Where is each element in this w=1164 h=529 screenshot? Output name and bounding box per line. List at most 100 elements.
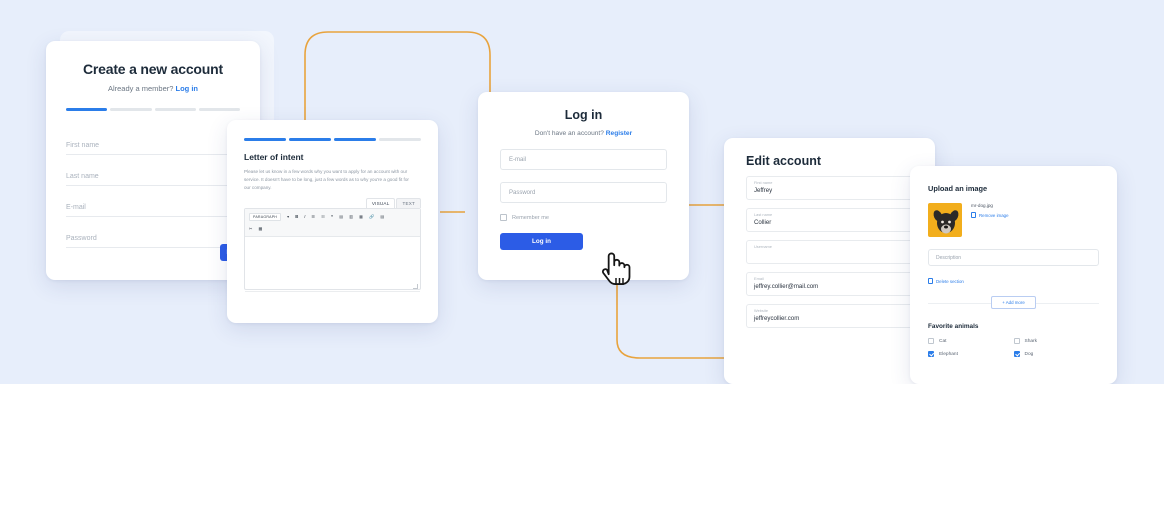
edit-username-field[interactable]: Username bbox=[746, 240, 913, 264]
editor-content-area[interactable] bbox=[245, 237, 420, 291]
bulleted-list-icon[interactable]: ☰ bbox=[311, 214, 315, 219]
dog-label: Dog bbox=[1024, 351, 1034, 357]
tab-text[interactable]: TEXT bbox=[396, 198, 421, 209]
edit-last-name-value: Collier bbox=[754, 218, 772, 226]
chevron-down-icon[interactable]: ▾ bbox=[287, 214, 289, 219]
first-name-placeholder: First name bbox=[66, 142, 100, 149]
letter-progress-segment-2 bbox=[289, 138, 331, 141]
hero-banner: Create a new account Already a member? L… bbox=[0, 0, 1164, 384]
hand-cursor-icon bbox=[602, 252, 631, 285]
editor-mode-tabs: VISUAL TEXT bbox=[244, 198, 421, 209]
edit-website-label: Website bbox=[754, 308, 768, 313]
elephant-checkbox[interactable] bbox=[928, 351, 934, 357]
letter-progress-segment-1 bbox=[244, 138, 286, 141]
edit-first-name-field[interactable]: First name Jeffrey bbox=[746, 176, 913, 200]
bold-icon[interactable]: B bbox=[295, 214, 298, 219]
file-name: mr-dog.jpg bbox=[971, 203, 993, 208]
remember-me-checkbox[interactable] bbox=[500, 214, 507, 221]
add-more-row: + Add more bbox=[928, 296, 1099, 309]
animal-option-cat[interactable]: Cat bbox=[928, 338, 1014, 344]
image-thumbnail[interactable] bbox=[928, 203, 962, 237]
create-account-subtitle: Already a member? Log in bbox=[66, 84, 240, 93]
remember-me-label: Remember me bbox=[512, 214, 549, 221]
email-input[interactable]: E-mail bbox=[66, 186, 240, 217]
format-select[interactable]: PARAGRAPH bbox=[249, 212, 282, 221]
cat-label: Cat bbox=[939, 338, 947, 344]
login-password-input[interactable]: Password bbox=[500, 182, 667, 203]
login-title: Log in bbox=[564, 108, 603, 122]
letter-progress-bar bbox=[244, 138, 421, 141]
description-input[interactable]: Description bbox=[928, 249, 1099, 266]
animal-option-dog[interactable]: Dog bbox=[1013, 351, 1100, 357]
uploaded-file-row: mr-dog.jpg Remove image bbox=[928, 203, 1099, 237]
numbered-list-icon[interactable]: ☷ bbox=[321, 214, 325, 219]
toggle-toolbar-icon[interactable]: ✂ bbox=[249, 226, 253, 231]
login-card: Log in Don't have an account? Register E… bbox=[478, 92, 689, 280]
progress-segment-4 bbox=[198, 108, 240, 111]
align-center-icon[interactable]: ▥ bbox=[349, 214, 353, 219]
login-link[interactable]: Log in bbox=[176, 84, 199, 93]
blockquote-icon[interactable]: ❝ bbox=[331, 214, 333, 219]
shark-label: Shark bbox=[1024, 338, 1038, 344]
animal-option-elephant[interactable]: Elephant bbox=[928, 351, 1014, 357]
elephant-label: Elephant bbox=[939, 351, 958, 357]
animal-option-shark[interactable]: Shark bbox=[1013, 338, 1100, 344]
plugin-listing-page: Create a new account Already a member? L… bbox=[0, 0, 1164, 529]
already-member-text: Already a member? bbox=[107, 84, 174, 93]
login-email-placeholder: E-mail bbox=[509, 156, 527, 163]
description-placeholder: Description bbox=[936, 254, 962, 261]
login-email-input[interactable]: E-mail bbox=[500, 149, 667, 170]
editor-status-bar bbox=[245, 291, 420, 299]
edit-account-title: Edit account bbox=[746, 154, 822, 168]
delete-section-label: Delete section bbox=[936, 278, 964, 284]
edit-username-label: Username bbox=[754, 244, 772, 249]
upload-heading: Upload an image bbox=[928, 184, 988, 193]
favorite-animals-heading: Favorite animals bbox=[928, 323, 979, 330]
signup-fields: First name Last name E-mail Password bbox=[66, 124, 240, 248]
link-icon[interactable]: 🔗 bbox=[369, 214, 374, 220]
read-more-icon[interactable]: ▤ bbox=[380, 214, 384, 219]
register-link[interactable]: Register bbox=[606, 130, 632, 137]
tab-visual[interactable]: VISUAL bbox=[365, 198, 396, 209]
edit-account-card: Edit account First name Jeffrey Last nam… bbox=[724, 138, 935, 384]
plugin-footer: User Profile Builder – Beautiful User Re… bbox=[0, 384, 1164, 529]
rich-text-editor[interactable]: PARAGRAPH ▾ B I ☰ ☷ ❝ ▤ ▥ ▦ 🔗 ▤ ✂ ▩ bbox=[244, 208, 421, 293]
progress-segment-3 bbox=[154, 108, 196, 111]
password-input[interactable]: Password bbox=[66, 217, 240, 248]
signup-progress-bar bbox=[66, 108, 240, 111]
progress-segment-1 bbox=[66, 108, 108, 111]
shark-checkbox[interactable] bbox=[1013, 338, 1020, 344]
edit-last-name-field[interactable]: Last name Collier bbox=[746, 208, 913, 232]
last-name-input[interactable]: Last name bbox=[66, 155, 240, 186]
special-character-icon[interactable]: ▩ bbox=[259, 226, 263, 231]
dog-checkbox[interactable] bbox=[1013, 351, 1020, 357]
remember-me-row[interactable]: Remember me bbox=[500, 214, 667, 221]
email-placeholder: E-mail bbox=[66, 204, 86, 211]
edit-email-field[interactable]: Email jeffrey.collier@mail.com bbox=[746, 272, 913, 296]
upload-image-panel: Upload an image mr-dog.jpg Remove image … bbox=[910, 166, 1117, 384]
delete-section-action[interactable]: Delete section bbox=[928, 278, 1099, 284]
edit-last-name-label: Last name bbox=[754, 212, 773, 217]
letter-of-intent-card: Letter of intent Please let us know in a… bbox=[227, 120, 438, 323]
remove-image-action[interactable]: Remove image bbox=[971, 212, 1009, 218]
file-meta: mr-dog.jpg Remove image bbox=[971, 203, 1009, 237]
login-password-placeholder: Password bbox=[509, 189, 536, 196]
first-name-input[interactable]: First name bbox=[66, 124, 240, 155]
login-submit-button[interactable]: Log in bbox=[500, 233, 583, 250]
cat-checkbox[interactable] bbox=[928, 338, 934, 344]
favorite-animals-group: Cat Shark Elephant Dog bbox=[928, 338, 1099, 364]
align-right-icon[interactable]: ▦ bbox=[359, 214, 363, 219]
italic-icon[interactable]: I bbox=[304, 214, 305, 219]
add-more-button[interactable]: + Add more bbox=[991, 296, 1036, 309]
edit-email-label: Email bbox=[754, 276, 764, 281]
letter-progress-segment-3 bbox=[334, 138, 376, 141]
edit-website-field[interactable]: Website jeffreycollier.com bbox=[746, 304, 913, 328]
editor-toolbar: PARAGRAPH ▾ B I ☰ ☷ ❝ ▤ ▥ ▦ 🔗 ▤ ✂ ▩ bbox=[245, 209, 420, 238]
edit-first-name-value: Jeffrey bbox=[754, 186, 773, 194]
edit-email-value: jeffrey.collier@mail.com bbox=[754, 282, 819, 290]
letter-progress-segment-4 bbox=[379, 138, 421, 141]
edit-website-value: jeffreycollier.com bbox=[754, 314, 800, 322]
align-left-icon[interactable]: ▤ bbox=[339, 214, 343, 219]
remove-image-label: Remove image bbox=[979, 212, 1009, 218]
letter-heading: Letter of intent bbox=[244, 152, 304, 162]
